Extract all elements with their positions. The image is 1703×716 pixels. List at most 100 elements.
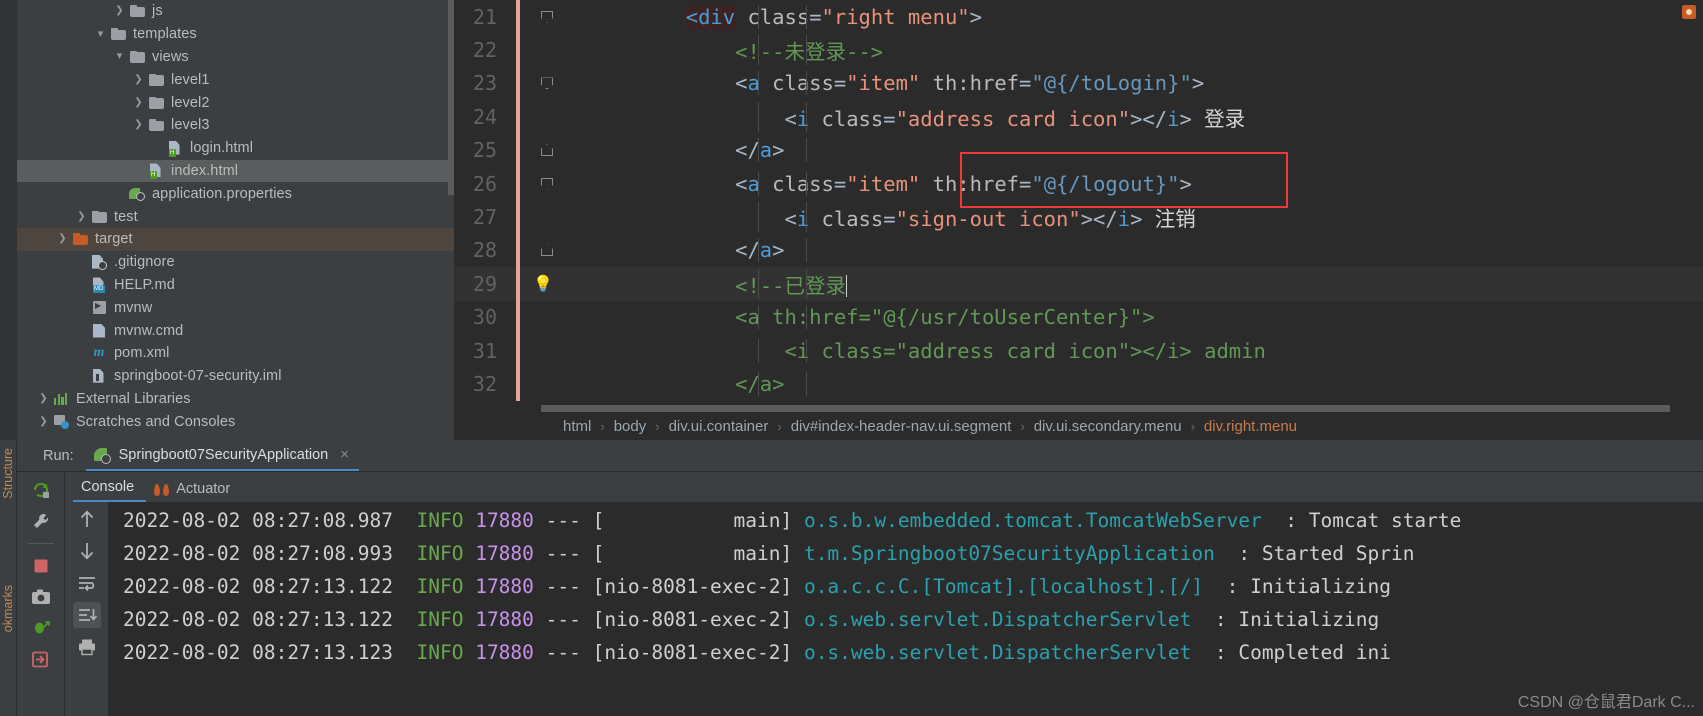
code-line[interactable]: 27 <i class="sign-out icon"></i> 注销 [455,200,1703,234]
chevron-down-icon[interactable]: ▾ [93,28,108,40]
exit-icon[interactable] [30,648,52,670]
code-text[interactable]: <i class="address card icon"></i> admin [587,338,1703,363]
code-line[interactable]: 32 </a> [455,367,1703,401]
stop-icon[interactable] [30,555,52,577]
code-line[interactable]: 25 </a> [455,133,1703,167]
breadcrumb-item[interactable]: div#index-header-nav.ui.segment [791,418,1012,435]
change-marker-gutter[interactable] [507,100,537,134]
chevron-right-icon[interactable]: ❯ [36,393,51,404]
chevron-down-icon[interactable]: ▾ [112,51,127,62]
tree-item-js[interactable]: ❯ js [17,0,454,23]
fold-collapse-icon[interactable] [541,77,553,90]
code-text[interactable]: <a class="item" th:href="@{/logout}"> [587,171,1703,196]
scroll-down-icon[interactable] [73,538,101,564]
tree-item-mvnw[interactable]: mvnw [17,296,454,319]
scroll-up-icon[interactable] [73,506,101,532]
change-marker-gutter[interactable] [507,367,537,401]
code-line[interactable]: 21 <div class="right menu"> [455,0,1703,34]
tree-item-application-properties[interactable]: application.properties [17,182,454,205]
fold-collapse-icon[interactable] [541,10,553,23]
change-marker-gutter[interactable] [507,300,537,334]
code-text[interactable]: <div class="right menu"> [587,4,1703,29]
camera-snapshot-icon[interactable] [30,586,52,608]
code-line[interactable]: 30 <a th:href="@{/usr/toUserCenter}"> [455,300,1703,334]
tree-item-templates[interactable]: ▾ templates [17,23,454,46]
fold-gutter[interactable] [537,67,559,100]
editor-horizontal-scrollbar[interactable] [541,405,1693,412]
fold-gutter[interactable] [537,267,559,300]
fold-end-icon[interactable] [541,144,553,157]
change-marker-gutter[interactable] [507,66,537,101]
run-configuration-tab[interactable]: Springboot07SecurityApplication × [85,440,359,471]
chevron-right-icon[interactable]: ❯ [55,234,70,244]
tree-item-target[interactable]: ❯ target [17,227,454,251]
fold-gutter[interactable] [537,234,559,267]
code-text[interactable]: <!--未登录--> [587,35,1703,66]
console-output[interactable]: 2022-08-02 08:27:08.987 INFO 17880 --- [… [109,502,1703,716]
code-line[interactable]: 31 <i class="address card icon"></i> adm… [455,333,1703,368]
code-text[interactable]: <a th:href="@{/usr/toUserCenter}"> [587,305,1703,330]
tree-item--gitignore[interactable]: .gitignore [17,251,454,274]
notification-icon[interactable] [1679,2,1699,22]
code-text[interactable]: </a> [587,238,1703,263]
project-tree-list[interactable]: ❯ js ▾ templates ▾ views ❯ level1 ❯ level2 ❯ level3… [17,0,454,433]
breadcrumb-item[interactable]: body [614,418,647,435]
tree-item-index-html[interactable]: Hindex.html [17,159,454,183]
fold-gutter[interactable] [537,334,559,367]
breadcrumb[interactable]: html › body › div.ui.container › div#index-hea… [455,412,1703,440]
change-marker-gutter[interactable] [507,33,537,67]
breadcrumb-item[interactable]: div.right.menu [1204,418,1297,435]
fold-gutter[interactable] [537,134,559,167]
bookmarks-rail-label[interactable]: okmarks [1,585,15,632]
tree-item-level2[interactable]: ❯ level2 [17,91,454,114]
fold-gutter[interactable] [537,33,559,66]
fold-gutter[interactable] [537,200,559,233]
tree-scrollbar[interactable] [448,0,454,195]
breadcrumb-item[interactable]: html [563,418,591,435]
run-toolbar[interactable] [17,472,65,716]
tree-item-scratches-and-consoles[interactable]: ❯ Scratches and Consoles [17,410,454,433]
code-area[interactable]: 21 <div class="right menu"> 22 <!--未登录-->… [455,0,1703,411]
tree-item-pom-xml[interactable]: m pom.xml [17,342,454,365]
code-line[interactable]: 26 <a class="item" th:href="@{/logout}"> [455,166,1703,201]
structure-rail-label[interactable]: Structure [1,448,15,499]
code-editor-panel[interactable]: 21 <div class="right menu"> 22 <!--未登录-->… [455,0,1703,440]
chevron-right-icon[interactable]: ❯ [112,6,127,16]
tree-item-level3[interactable]: ❯ level3 [17,114,454,137]
console-tab-actuator[interactable]: Actuator [146,481,242,502]
change-marker-gutter[interactable]: 💡 [507,267,553,301]
tree-item-level1[interactable]: ❯ level1 [17,68,454,91]
tree-item-springboot-07-security-iml[interactable]: springboot-07-security.iml [17,365,454,388]
code-line[interactable]: 23 <a class="item" th:href="@{/toLogin}"… [455,66,1703,101]
code-text[interactable]: </a> [587,371,1703,396]
fold-end-icon[interactable] [541,244,553,257]
tree-item-external-libraries[interactable]: ❯ External Libraries [17,388,454,411]
fold-gutter[interactable] [537,100,559,133]
project-tree-panel[interactable]: ❯ js ▾ templates ▾ views ❯ level1 ❯ level2 ❯ level3… [0,0,455,440]
code-text[interactable]: <i class="address card icon"></i> 登录 [587,101,1703,132]
change-marker-gutter[interactable] [507,133,537,167]
tree-item-test[interactable]: ❯ test [17,205,454,228]
tree-item-login-html[interactable]: Hlogin.html [17,137,454,160]
change-marker-gutter[interactable] [507,200,537,234]
chevron-right-icon[interactable]: ❯ [36,416,51,427]
fold-gutter[interactable] [537,301,559,334]
tree-item-mvnw-cmd[interactable]: mvnw.cmd [17,319,454,342]
code-line[interactable]: 22 <!--未登录--> [455,33,1703,67]
fold-gutter[interactable] [537,367,559,400]
debug-thread-dump-icon[interactable] [30,617,52,639]
chevron-right-icon[interactable]: ❯ [131,74,146,85]
chevron-right-icon[interactable]: ❯ [131,97,146,108]
print-icon[interactable] [73,634,101,660]
code-text[interactable]: <a class="item" th:href="@{/toLogin}"> [587,71,1703,96]
fold-collapse-icon[interactable] [541,177,553,190]
soft-wrap-icon[interactable] [73,570,101,596]
change-marker-gutter[interactable] [507,0,537,34]
breadcrumb-item[interactable]: div.ui.secondary.menu [1034,418,1182,435]
console-tab-console[interactable]: Console [73,479,147,502]
editor-scroll-thumb[interactable] [541,405,1670,412]
breadcrumb-item[interactable]: div.ui.container [669,418,769,435]
left-tool-rail[interactable]: Structure okmarks [0,440,17,716]
console-side-toolbar[interactable] [65,502,109,716]
tree-item-help-md[interactable]: MD HELP.md [17,274,454,297]
